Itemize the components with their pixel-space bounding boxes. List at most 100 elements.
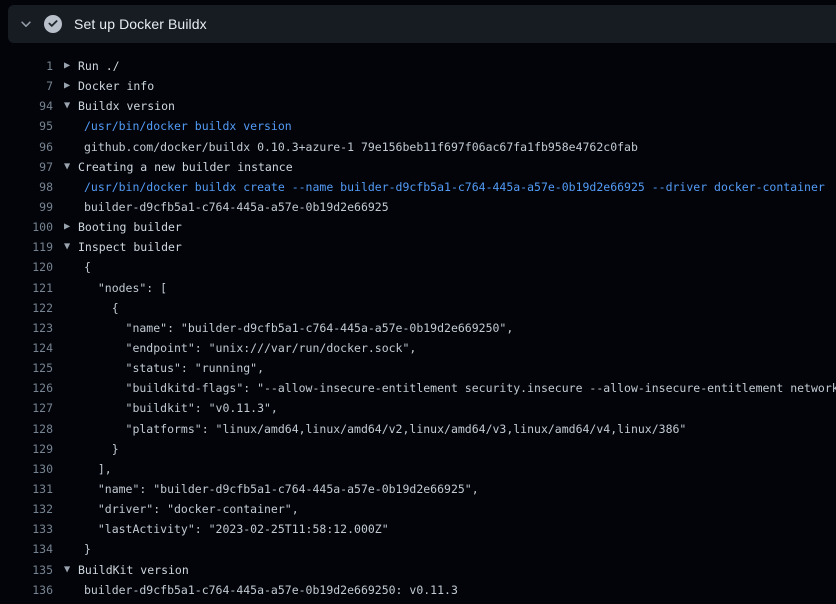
line-body: "buildkit": "v0.11.3", bbox=[53, 398, 836, 418]
line-body: "platforms": "linux/amd64,linux/amd64/v2… bbox=[53, 419, 836, 439]
line-number[interactable]: 126 bbox=[0, 378, 53, 398]
log-line-row: 123 "name": "builder-d9cfb5a1-c764-445a-… bbox=[0, 318, 836, 338]
line-number[interactable]: 124 bbox=[0, 338, 53, 358]
output-text: "name": "builder-d9cfb5a1-c764-445a-a57e… bbox=[64, 479, 479, 499]
line-number[interactable]: 132 bbox=[0, 499, 53, 519]
triangle-down-icon: ▼ bbox=[64, 237, 78, 257]
line-body: ], bbox=[53, 459, 836, 479]
log-line-row: 120{ bbox=[0, 257, 836, 277]
log-lines: 1▶Run ./7▶Docker info94▼Buildx version95… bbox=[0, 47, 836, 604]
line-number[interactable]: 128 bbox=[0, 419, 53, 439]
output-text: "driver": "docker-container", bbox=[64, 499, 299, 519]
line-body: "endpoint": "unix:///var/run/docker.sock… bbox=[53, 338, 836, 358]
line-number[interactable]: 122 bbox=[0, 298, 53, 318]
log-line-row: 126 "buildkitd-flags": "--allow-insecure… bbox=[0, 378, 836, 398]
line-number[interactable]: 98 bbox=[0, 177, 53, 197]
output-text: } bbox=[64, 439, 119, 459]
log-line-row: 136 builder-d9cfb5a1-c764-445a-a57e-0b19d… bbox=[0, 580, 836, 600]
log-line-row: 99 builder-d9cfb5a1-c764-445a-a57e-0b19d2… bbox=[0, 197, 836, 217]
triangle-right-icon: ▶ bbox=[64, 217, 78, 237]
log-line-row: 134} bbox=[0, 539, 836, 559]
output-text: builder-d9cfb5a1-c764-445a-a57e-0b19d2e6… bbox=[64, 197, 389, 217]
output-text: "nodes": [ bbox=[64, 278, 167, 298]
line-body: builder-d9cfb5a1-c764-445a-a57e-0b19d2e6… bbox=[53, 580, 836, 600]
output-text: } bbox=[64, 539, 91, 559]
output-text: "lastActivity": "2023-02-25T11:58:12.000… bbox=[64, 519, 389, 539]
log-line-row: 121 "nodes": [ bbox=[0, 278, 836, 298]
line-number[interactable]: 7 bbox=[0, 76, 53, 96]
command-text: /usr/bin/docker buildx version bbox=[64, 116, 292, 136]
line-number[interactable]: 1 bbox=[0, 56, 53, 76]
line-number[interactable]: 125 bbox=[0, 358, 53, 378]
line-body: "status": "running", bbox=[53, 358, 836, 378]
output-text: "platforms": "linux/amd64,linux/amd64/v2… bbox=[64, 419, 686, 439]
line-number[interactable]: 100 bbox=[0, 217, 53, 237]
chevron-down-icon[interactable] bbox=[19, 17, 33, 31]
command-text: /usr/bin/docker buildx create --name bui… bbox=[64, 177, 825, 197]
log-group-row[interactable]: 119▼Inspect builder bbox=[0, 237, 836, 257]
line-body: github.com/docker/buildx 0.10.3+azure-1 … bbox=[53, 137, 836, 157]
line-body: "name": "builder-d9cfb5a1-c764-445a-a57e… bbox=[53, 479, 836, 499]
log-group-row[interactable]: 7▶Docker info bbox=[0, 76, 836, 96]
line-number[interactable]: 97 bbox=[0, 157, 53, 177]
output-text: { bbox=[64, 298, 119, 318]
log-line-row: 129 } bbox=[0, 439, 836, 459]
line-number[interactable]: 135 bbox=[0, 560, 53, 580]
line-body: ▶Docker info bbox=[53, 76, 836, 96]
line-body: /usr/bin/docker buildx version bbox=[53, 116, 836, 136]
line-body: "driver": "docker-container", bbox=[53, 499, 836, 519]
line-number[interactable]: 123 bbox=[0, 318, 53, 338]
output-text: "status": "running", bbox=[64, 358, 264, 378]
log-group-row[interactable]: 135▼BuildKit version bbox=[0, 560, 836, 580]
group-title: Run ./ bbox=[78, 56, 120, 76]
line-number[interactable]: 127 bbox=[0, 398, 53, 418]
log-group-row[interactable]: 1▶Run ./ bbox=[0, 56, 836, 76]
line-body: { bbox=[53, 257, 836, 277]
group-title: BuildKit version bbox=[78, 560, 189, 580]
line-number[interactable]: 94 bbox=[0, 96, 53, 116]
step-title: Set up Docker Buildx bbox=[74, 16, 207, 32]
log-line-row: 133 "lastActivity": "2023-02-25T11:58:12… bbox=[0, 519, 836, 539]
step-header[interactable]: Set up Docker Buildx bbox=[8, 5, 836, 43]
triangle-down-icon: ▼ bbox=[64, 96, 78, 116]
log-line-row: 95/usr/bin/docker buildx version bbox=[0, 116, 836, 136]
group-title: Docker info bbox=[78, 76, 154, 96]
log-line-row: 127 "buildkit": "v0.11.3", bbox=[0, 398, 836, 418]
output-text: "buildkit": "v0.11.3", bbox=[64, 398, 278, 418]
line-body: ▼Inspect builder bbox=[53, 237, 836, 257]
line-body: builder-d9cfb5a1-c764-445a-a57e-0b19d2e6… bbox=[53, 197, 836, 217]
line-number[interactable]: 96 bbox=[0, 137, 53, 157]
line-body: "buildkitd-flags": "--allow-insecure-ent… bbox=[53, 378, 836, 398]
group-title: Inspect builder bbox=[78, 237, 182, 257]
line-number[interactable]: 95 bbox=[0, 116, 53, 136]
line-number[interactable]: 133 bbox=[0, 519, 53, 539]
line-number[interactable]: 99 bbox=[0, 197, 53, 217]
log-group-row[interactable]: 100▶Booting builder bbox=[0, 217, 836, 237]
group-title: Buildx version bbox=[78, 96, 175, 116]
line-number[interactable]: 119 bbox=[0, 237, 53, 257]
line-body: ▼Buildx version bbox=[53, 96, 836, 116]
log-group-row[interactable]: 97▼Creating a new builder instance bbox=[0, 157, 836, 177]
log-line-row: 124 "endpoint": "unix:///var/run/docker.… bbox=[0, 338, 836, 358]
line-number[interactable]: 136 bbox=[0, 580, 53, 600]
log-line-row: 98/usr/bin/docker buildx create --name b… bbox=[0, 177, 836, 197]
group-title: Booting builder bbox=[78, 217, 182, 237]
line-number[interactable]: 130 bbox=[0, 459, 53, 479]
log-group-row[interactable]: 94▼Buildx version bbox=[0, 96, 836, 116]
line-body: /usr/bin/docker buildx create --name bui… bbox=[53, 177, 836, 197]
output-text: github.com/docker/buildx 0.10.3+azure-1 … bbox=[64, 137, 638, 157]
line-number[interactable]: 134 bbox=[0, 539, 53, 559]
line-body: ▶Run ./ bbox=[53, 56, 836, 76]
output-text: "buildkitd-flags": "--allow-insecure-ent… bbox=[64, 378, 836, 398]
output-text: builder-d9cfb5a1-c764-445a-a57e-0b19d2e6… bbox=[64, 580, 458, 600]
line-body: } bbox=[53, 539, 836, 559]
line-number[interactable]: 120 bbox=[0, 257, 53, 277]
line-body: ▶Booting builder bbox=[53, 217, 836, 237]
log-line-row: 131 "name": "builder-d9cfb5a1-c764-445a-… bbox=[0, 479, 836, 499]
line-number[interactable]: 131 bbox=[0, 479, 53, 499]
log-line-row: 125 "status": "running", bbox=[0, 358, 836, 378]
line-number[interactable]: 121 bbox=[0, 278, 53, 298]
log-line-row: 132 "driver": "docker-container", bbox=[0, 499, 836, 519]
line-number[interactable]: 129 bbox=[0, 439, 53, 459]
triangle-down-icon: ▼ bbox=[64, 157, 78, 177]
